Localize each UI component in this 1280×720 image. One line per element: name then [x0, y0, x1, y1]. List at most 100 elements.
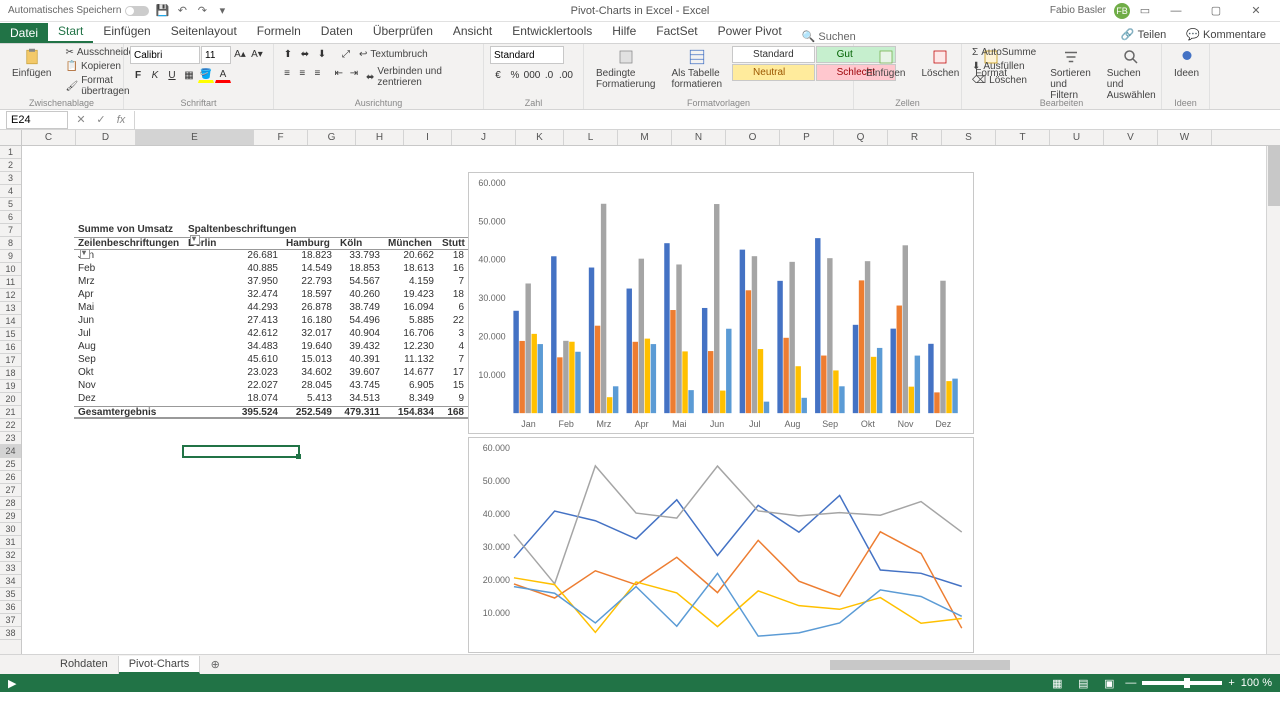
user-avatar[interactable]: FB: [1114, 3, 1130, 19]
row-header-29[interactable]: 29: [0, 510, 21, 523]
normal-view-icon[interactable]: ▦: [1047, 676, 1067, 690]
row-header-30[interactable]: 30: [0, 523, 21, 536]
cancel-formula-icon[interactable]: ✕: [74, 113, 88, 127]
border-button[interactable]: ▦: [181, 67, 197, 83]
row-header-22[interactable]: 22: [0, 419, 21, 432]
row-header-18[interactable]: 18: [0, 367, 21, 380]
paste-button[interactable]: Einfügen: [6, 46, 57, 81]
horizontal-scrollbar[interactable]: [780, 658, 1280, 672]
row-filter-icon[interactable]: [80, 249, 90, 259]
col-header-J[interactable]: J: [452, 130, 516, 145]
col-header-D[interactable]: D: [76, 130, 136, 145]
italic-button[interactable]: K: [147, 67, 163, 83]
sort-filter-button[interactable]: Sortieren und Filtern: [1044, 46, 1097, 103]
insert-cells-button[interactable]: Einfügen: [860, 46, 911, 81]
tab-hilfe[interactable]: Hilfe: [602, 21, 646, 43]
zoom-slider[interactable]: [1142, 681, 1222, 685]
row-header-16[interactable]: 16: [0, 341, 21, 354]
col-header-P[interactable]: P: [780, 130, 834, 145]
row-header-27[interactable]: 27: [0, 484, 21, 497]
zoom-level[interactable]: 100 %: [1241, 677, 1272, 689]
fill-button[interactable]: ⬇ Ausfüllen: [968, 60, 1040, 73]
tab-entwicklertools[interactable]: Entwicklertools: [502, 21, 602, 43]
sheet-tab-pivot-charts[interactable]: Pivot-Charts: [119, 656, 201, 674]
fill-color-button[interactable]: 🪣: [198, 67, 214, 83]
row-header-26[interactable]: 26: [0, 471, 21, 484]
autosave-toggle[interactable]: Automatisches Speichern: [8, 5, 149, 16]
increase-decimal-icon[interactable]: .0: [541, 67, 557, 83]
fx-icon[interactable]: fx: [114, 113, 128, 127]
close-button[interactable]: ✕: [1240, 1, 1272, 21]
col-header-G[interactable]: G: [308, 130, 356, 145]
increase-font-icon[interactable]: A▴: [232, 46, 248, 62]
col-header-M[interactable]: M: [618, 130, 672, 145]
col-header-L[interactable]: L: [564, 130, 618, 145]
wrap-text-button[interactable]: ↩ Textumbruch: [355, 46, 432, 62]
line-chart[interactable]: 10.00020.00030.00040.00050.00060.000: [468, 437, 974, 653]
name-box[interactable]: [6, 111, 68, 129]
row-header-15[interactable]: 15: [0, 328, 21, 341]
tab-überprüfen[interactable]: Überprüfen: [363, 21, 443, 43]
col-header-K[interactable]: K: [516, 130, 564, 145]
tab-einfügen[interactable]: Einfügen: [93, 21, 160, 43]
col-header-F[interactable]: F: [254, 130, 308, 145]
align-bottom-icon[interactable]: ⬇: [314, 46, 330, 62]
conditional-format-button[interactable]: Bedingte Formatierung: [590, 46, 661, 92]
style-standard[interactable]: Standard: [732, 46, 815, 63]
formula-bar[interactable]: [134, 111, 1280, 129]
col-header-N[interactable]: N: [672, 130, 726, 145]
col-header-W[interactable]: W: [1158, 130, 1212, 145]
bold-button[interactable]: F: [130, 67, 146, 83]
col-header-C[interactable]: C: [22, 130, 76, 145]
col-header-R[interactable]: R: [888, 130, 942, 145]
page-break-icon[interactable]: ▣: [1099, 676, 1119, 690]
increase-indent-icon[interactable]: ⇥: [347, 65, 361, 81]
thousands-icon[interactable]: 000: [524, 67, 540, 83]
format-as-table-button[interactable]: Als Tabelle formatieren: [665, 46, 728, 92]
row-header-36[interactable]: 36: [0, 601, 21, 614]
percent-icon[interactable]: %: [507, 67, 523, 83]
ribbon-options-icon[interactable]: ▭: [1138, 4, 1152, 18]
number-format-select[interactable]: [490, 46, 564, 64]
pivot-table[interactable]: Summe von UmsatzSpaltenbeschriftungenZei…: [74, 224, 468, 419]
col-header-H[interactable]: H: [356, 130, 404, 145]
row-header-38[interactable]: 38: [0, 627, 21, 640]
save-icon[interactable]: 💾: [155, 4, 169, 18]
add-sheet-button[interactable]: ⊕: [206, 656, 224, 674]
row-header-4[interactable]: 4: [0, 185, 21, 198]
col-header-E[interactable]: E: [136, 130, 254, 145]
row-header-1[interactable]: 1: [0, 146, 21, 159]
redo-icon[interactable]: ↷: [195, 4, 209, 18]
font-size-select[interactable]: [201, 46, 231, 64]
row-header-5[interactable]: 5: [0, 198, 21, 211]
align-left-icon[interactable]: ≡: [280, 65, 294, 81]
minimize-button[interactable]: —: [1160, 1, 1192, 21]
decrease-indent-icon[interactable]: ⇤: [332, 65, 346, 81]
file-tab[interactable]: Datei: [0, 23, 48, 43]
vertical-scrollbar[interactable]: [1266, 146, 1280, 654]
row-header-12[interactable]: 12: [0, 289, 21, 302]
row-header-37[interactable]: 37: [0, 614, 21, 627]
zoom-in-button[interactable]: +: [1228, 677, 1234, 689]
comments-button[interactable]: 💬 Kommentare: [1178, 26, 1274, 43]
merge-button[interactable]: ⬌ Verbinden und zentrieren: [362, 65, 477, 89]
row-header-7[interactable]: 7: [0, 224, 21, 237]
zoom-out-button[interactable]: —: [1125, 677, 1136, 689]
worksheet-grid[interactable]: CDEFGHIJKLMNOPQRSTUVW 123456789101112131…: [0, 130, 1280, 654]
clear-button[interactable]: ⌫ Löschen: [968, 74, 1040, 87]
ideas-button[interactable]: Ideen: [1168, 46, 1205, 81]
row-header-34[interactable]: 34: [0, 575, 21, 588]
user-name[interactable]: Fabio Basler: [1050, 5, 1106, 16]
col-header-U[interactable]: U: [1050, 130, 1104, 145]
row-header-32[interactable]: 32: [0, 549, 21, 562]
enter-formula-icon[interactable]: ✓: [94, 113, 108, 127]
row-header-10[interactable]: 10: [0, 263, 21, 276]
row-header-33[interactable]: 33: [0, 562, 21, 575]
col-header-V[interactable]: V: [1104, 130, 1158, 145]
tab-factset[interactable]: FactSet: [646, 21, 707, 43]
search-box[interactable]: 🔍 Suchen: [802, 30, 856, 43]
align-top-icon[interactable]: ⬆: [280, 46, 296, 62]
row-header-23[interactable]: 23: [0, 432, 21, 445]
row-header-3[interactable]: 3: [0, 172, 21, 185]
row-header-14[interactable]: 14: [0, 315, 21, 328]
